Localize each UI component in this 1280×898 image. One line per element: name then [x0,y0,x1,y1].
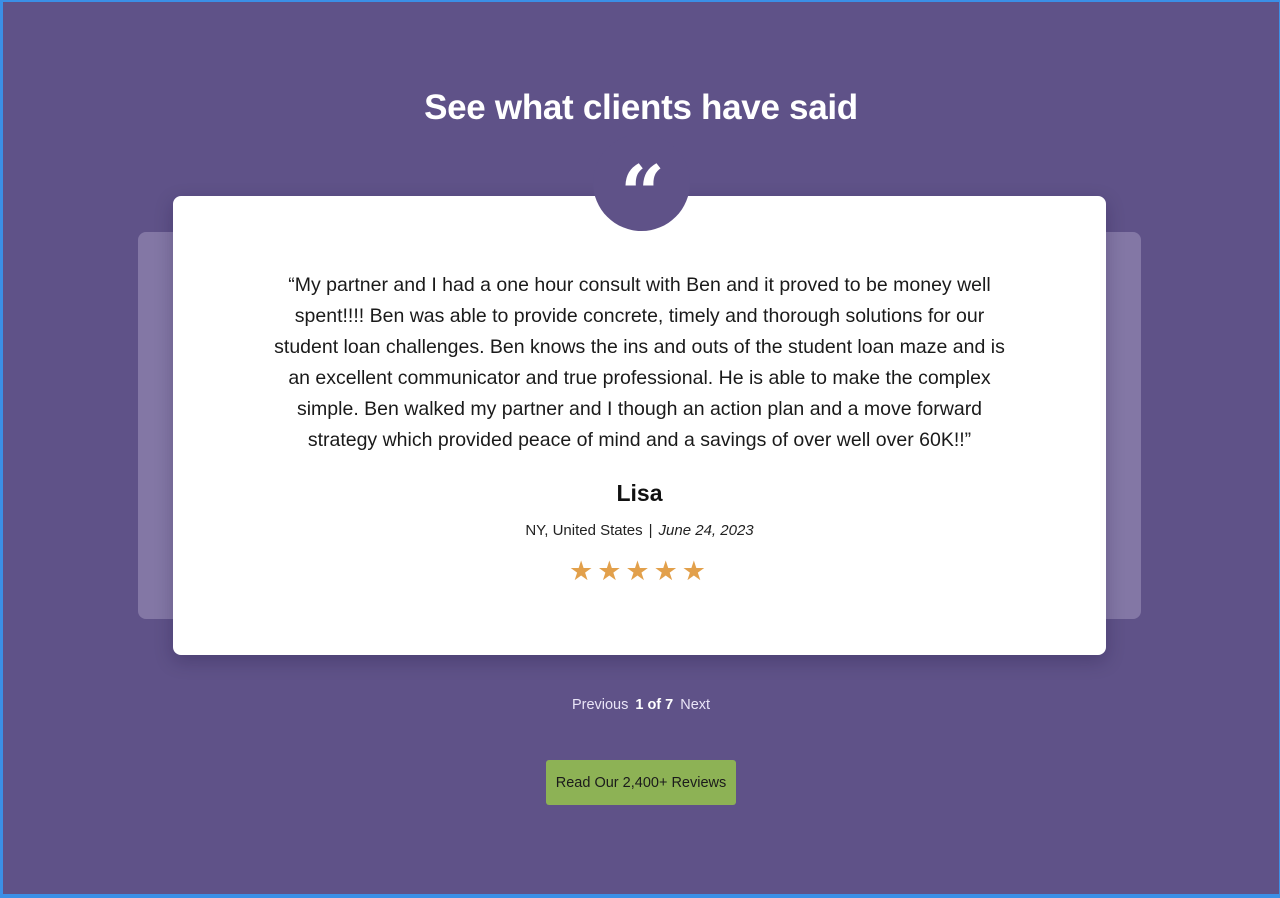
previous-button[interactable]: Previous [572,697,628,713]
reviewer-name: Lisa [616,480,663,506]
review-text: “My partner and I had a one hour consult… [274,274,1005,451]
review-pager: Previous 1 of 7 Next [3,697,1279,713]
page-count: 1 of 7 [635,697,674,713]
review-card: “My partner and I had a one hour consult… [173,196,1106,655]
quote-mark-icon: “ [593,134,690,240]
section-heading: See what clients have said [424,88,858,127]
quote-glyph: “ [620,149,665,240]
reviewer-location: NY, United States [525,522,643,539]
testimonials-section: See what clients have said “My partner a… [3,2,1279,894]
review-meta: NY, United States | June 24, 2023 [173,522,1106,539]
meta-separator: | [648,522,653,539]
read-reviews-button[interactable]: Read Our 2,400+ Reviews [546,760,736,805]
star-rating: ★★★★★ [568,556,711,586]
review-date: June 24, 2023 [658,522,754,539]
next-button[interactable]: Next [680,697,710,713]
